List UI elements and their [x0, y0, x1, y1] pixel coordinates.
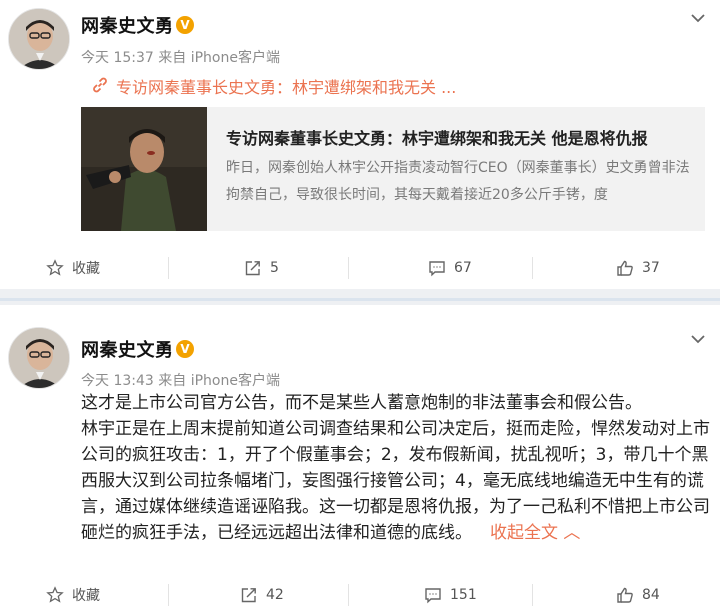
thumbs-up-icon — [617, 587, 633, 603]
like-button[interactable]: 37 — [616, 245, 660, 291]
comment-icon — [425, 588, 441, 604]
post-paragraph: 林宇正是在上周末提前知道公司调查结果和公司决定后，挺而走险，悍然发动对上市公司的… — [81, 419, 710, 543]
post-paragraph: 这才是上市公司官方公告，而不是某些人蓄意炮制的非法董事会和假公告。 — [81, 393, 642, 413]
favorite-button[interactable]: 收藏 — [46, 572, 100, 614]
avatar[interactable] — [8, 327, 70, 389]
chevron-down-icon[interactable] — [688, 8, 708, 28]
avatar[interactable] — [8, 8, 70, 70]
post-meta: 今天 15:37 来自 iPhone客户端 — [81, 50, 280, 66]
post-divider-line — [0, 298, 720, 301]
action-bar: 收藏 5 67 37 — [0, 245, 720, 291]
action-bar: 收藏 42 151 84 — [0, 572, 720, 614]
repost-count: 5 — [270, 260, 279, 276]
comment-icon — [429, 261, 445, 277]
comment-count: 151 — [450, 587, 477, 603]
chevron-down-icon[interactable] — [688, 329, 708, 349]
collapse-button[interactable]: 收起全文 ︿ — [490, 523, 580, 543]
article-title: 专访网秦董事长史文勇：林宇遭绑架和我无关 他是恩将仇报 — [226, 129, 648, 148]
post-meta: 今天 13:43 来自 iPhone客户端 — [81, 373, 280, 389]
verified-icon: V — [176, 340, 194, 358]
repost-icon — [245, 261, 260, 276]
author-name[interactable]: 网秦史文勇 — [81, 336, 174, 362]
favorite-button[interactable]: 收藏 — [46, 245, 100, 291]
post-divider — [0, 289, 720, 305]
article-link[interactable]: 专访网秦董事长史文勇：林宇遭绑架和我无关 ... — [116, 74, 456, 98]
star-icon — [46, 586, 64, 603]
verified-icon: V — [176, 16, 194, 34]
article-description: 昨日，网秦创始人林宇公开指责凌动智行CEO（网秦董事长）史文勇曾非法拘禁自己，导… — [226, 160, 690, 203]
star-icon — [46, 259, 64, 276]
thumbs-up-icon — [617, 260, 633, 276]
repost-icon — [241, 588, 256, 603]
like-count: 84 — [642, 587, 660, 603]
comment-button[interactable]: 151 — [424, 572, 477, 614]
favorite-label: 收藏 — [72, 261, 100, 277]
article-card[interactable]: 专访网秦董事长史文勇：林宇遭绑架和我无关 他是恩将仇报 昨日，网秦创始人林宇公开… — [81, 107, 705, 231]
repost-button[interactable]: 42 — [240, 572, 284, 614]
post-body: 这才是上市公司官方公告，而不是某些人蓄意炮制的非法董事会和假公告。 林宇正是在上… — [81, 390, 711, 546]
author-name[interactable]: 网秦史文勇 — [81, 12, 174, 38]
link-icon — [93, 77, 107, 93]
repost-button[interactable]: 5 — [244, 245, 279, 291]
repost-count: 42 — [266, 587, 284, 603]
comment-count: 67 — [454, 260, 472, 276]
comment-button[interactable]: 67 — [428, 245, 472, 291]
favorite-label: 收藏 — [72, 588, 100, 604]
like-count: 37 — [642, 260, 660, 276]
article-thumbnail — [81, 107, 207, 231]
weibo-post: 网秦史文勇 V 今天 15:37 来自 iPhone客户端 专访网秦董事长史文勇… — [0, 0, 720, 289]
like-button[interactable]: 84 — [616, 572, 660, 614]
